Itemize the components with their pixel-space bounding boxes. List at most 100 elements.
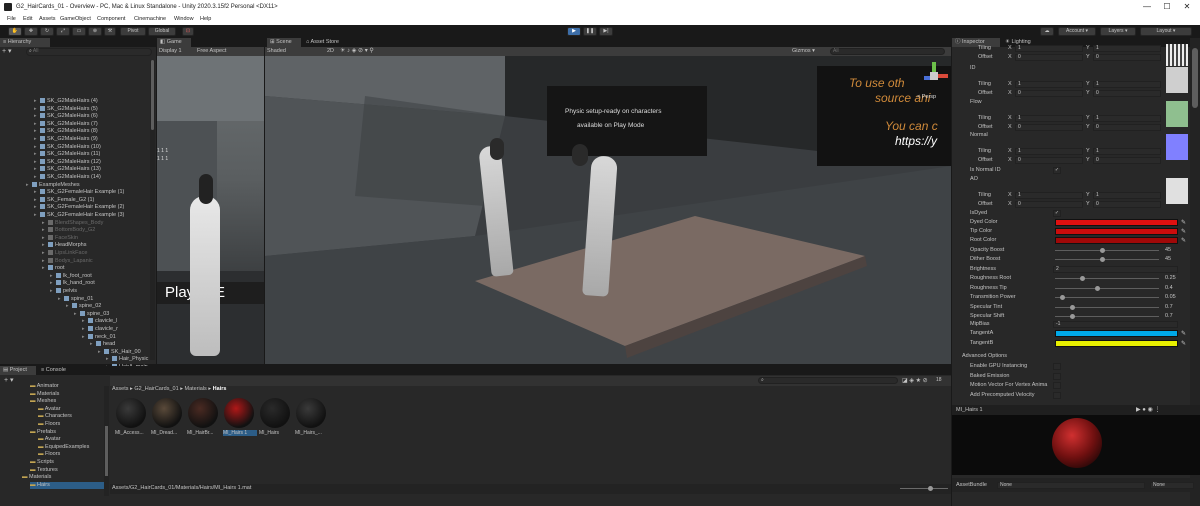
thumbnail-size-slider[interactable] (900, 486, 948, 491)
scene-search-input[interactable]: All (830, 48, 945, 55)
project-tree-scrollbar[interactable] (104, 386, 109, 496)
section-ao-offset-y[interactable]: 0 (1093, 201, 1161, 208)
minimize-button[interactable]: — (1138, 2, 1156, 12)
slider2-0-slider[interactable] (1055, 276, 1159, 281)
menu-help[interactable]: Help (200, 16, 211, 22)
material-thumbnail[interactable] (296, 398, 326, 428)
scene-gizmo[interactable] (920, 62, 948, 90)
persp-label[interactable]: < Persp (917, 94, 936, 100)
slider2-1-value[interactable]: 0.4 (1165, 285, 1173, 291)
gizmos-dropdown[interactable]: Gizmos ▾ (792, 48, 815, 54)
hierarchy-item[interactable]: ▸ SK_G2MaleHairs (4) (34, 98, 98, 106)
tangent-color-swatch[interactable] (1055, 340, 1178, 347)
texture-thumbnail[interactable] (1166, 134, 1188, 160)
tab-inspector[interactable]: ⓘ Inspector (952, 38, 1000, 47)
thumbnail-size-knob[interactable] (928, 486, 933, 491)
section-flow-offset-x[interactable]: 0 (1015, 124, 1083, 131)
project-folder-item[interactable]: ▬ Characters (38, 413, 72, 421)
tab-asset-store[interactable]: ⌂ Asset Store (303, 38, 353, 47)
scale-tool-icon[interactable]: ⤢ (56, 27, 70, 36)
project-create-button[interactable]: + ▾ (4, 376, 14, 384)
hierarchy-item[interactable]: ▸ SK_G2MaleHairs (10) (34, 143, 101, 152)
hierarchy-item[interactable]: ▸ SK_G2MaleHairs (7) (34, 120, 98, 129)
hierarchy-search-input[interactable]: ⌕ All (26, 48, 152, 56)
slider2-4-knob[interactable] (1070, 314, 1075, 319)
cloud-icon[interactable]: ☁ (1040, 27, 1054, 36)
slider-0-slider[interactable] (1055, 248, 1159, 253)
filter-type-icon[interactable]: ◪ ◈ ★ ⊘ (902, 377, 928, 384)
hierarchy-item[interactable]: ▸ SK_Female_G2 (1) (34, 196, 94, 205)
slider2-0-value[interactable]: 0.25 (1165, 275, 1176, 281)
project-search-input[interactable]: ⌕ (758, 377, 898, 384)
slider2-4-slider[interactable] (1055, 314, 1159, 319)
eyedropper-icon[interactable]: ✎ (1181, 340, 1186, 347)
hierarchy-item[interactable]: ▸ BlendShapes_Body (42, 219, 103, 228)
menu-component[interactable]: Component (97, 16, 125, 22)
hierarchy-item[interactable]: ▸ SK_G2MaleHairs (13) (34, 166, 101, 174)
hierarchy-item[interactable]: ▸ LipsLinkFace (42, 250, 87, 258)
menu-edit[interactable]: Edit (23, 16, 32, 22)
tab-project[interactable]: ▤ Project (0, 366, 36, 375)
material-label[interactable]: MI_Hairs (259, 430, 293, 436)
gizmo-center[interactable] (930, 72, 938, 80)
slider-0-knob[interactable] (1100, 248, 1105, 253)
layers-dropdown[interactable]: Layers ▾ (1100, 27, 1136, 36)
hierarchy-item[interactable]: ▸ Bodys_Lapanic (42, 257, 93, 266)
2d-toggle[interactable]: 2D (327, 48, 334, 54)
hierarchy-item[interactable]: ▸ clavicle_r (82, 326, 118, 334)
hierarchy-item[interactable]: ▸ root (42, 265, 64, 273)
layout-dropdown[interactable]: Layout ▾ (1140, 27, 1192, 36)
hierarchy-item[interactable]: ▸ lk_foot_root (50, 272, 92, 281)
section-normal-offset-y[interactable]: 0 (1093, 157, 1161, 164)
tangent-color-swatch[interactable] (1055, 330, 1178, 337)
section-id-offset-y[interactable]: 0 (1093, 90, 1161, 97)
section-flow-tiling-x[interactable]: 1 (1015, 115, 1083, 122)
global-toggle[interactable]: Global (148, 27, 176, 36)
material-label[interactable]: MI_Hairs 1 (223, 430, 257, 436)
material-thumbnail[interactable] (224, 398, 254, 428)
advanced-option-checkbox[interactable] (1053, 363, 1061, 370)
menu-cinemachine[interactable]: Cinemachine (134, 16, 166, 22)
hierarchy-item[interactable]: ▸ lk_hand_root (50, 280, 95, 288)
project-folder-item[interactable]: ▬ Prefabs (30, 429, 56, 437)
project-tree-scrollbar-thumb[interactable] (105, 426, 108, 476)
hierarchy-item[interactable]: ▸ SK_G2MaleHairs (9) (34, 136, 98, 144)
hierarchy-item[interactable]: ▸ SK_G2FemaleHair Example (3) (34, 212, 124, 220)
top-tiling-x[interactable]: 1 (1015, 45, 1083, 52)
preview-controls-icon[interactable]: ▶ ● ◉ ⋮ (1136, 406, 1160, 413)
project-folder-item[interactable]: ▬ Scripts (30, 459, 54, 467)
section-ao-offset-x[interactable]: 0 (1015, 201, 1083, 208)
hierarchy-item[interactable]: ▸ SK_G2MaleHairs (8) (34, 128, 98, 136)
pause-button[interactable]: ❚❚ (583, 27, 597, 36)
section-normal-tiling-y[interactable]: 1 (1093, 148, 1161, 155)
project-folder-item[interactable]: ▬ EquipedExamples (38, 444, 89, 452)
material-label[interactable]: MI_Access... (115, 430, 149, 436)
top-offset-x[interactable]: 0 (1015, 54, 1083, 61)
hierarchy-scrollbar[interactable] (150, 60, 155, 360)
tab-hierarchy[interactable]: ≡ Hierarchy (0, 38, 50, 47)
move-tool-icon[interactable]: ✥ (24, 27, 38, 36)
menu-window[interactable]: Window (174, 16, 194, 22)
section-flow-tiling-y[interactable]: 1 (1093, 115, 1161, 122)
material-thumbnail[interactable] (152, 398, 182, 428)
hierarchy-item[interactable]: ▸ spine_02 (66, 303, 101, 311)
hierarchy-item[interactable]: ▸ SK_Hair_00 (98, 348, 141, 357)
color-swatch[interactable] (1055, 237, 1178, 244)
project-folder-item[interactable]: ▬ Avatar (38, 436, 61, 444)
breadcrumb-assets[interactable]: Assets (112, 386, 129, 392)
eyedropper-icon[interactable]: ✎ (1181, 219, 1186, 226)
scene-viewport[interactable]: Physic setup-ready on characters availab… (265, 56, 951, 364)
material-thumbnail[interactable] (188, 398, 218, 428)
assetbundle-variant-dropdown[interactable]: None (1150, 482, 1194, 489)
step-button[interactable]: ▶| (599, 27, 613, 36)
hierarchy-item[interactable]: ▸ spine_01 (58, 295, 93, 304)
slider2-3-knob[interactable] (1070, 304, 1075, 310)
advanced-option-checkbox[interactable] (1053, 372, 1061, 380)
close-button[interactable]: ✕ (1178, 2, 1196, 12)
display-dropdown[interactable]: Display 1 (159, 48, 182, 54)
project-folder-item[interactable]: ▬ Avatar (38, 406, 61, 414)
hierarchy-item[interactable]: ▸ spine_03 (74, 310, 109, 319)
pivot-toggle[interactable]: Pivot (120, 27, 146, 36)
hierarchy-item[interactable]: ▸ neck_01 (82, 333, 116, 342)
custom-tool-icon[interactable]: ⚒ (104, 27, 116, 36)
